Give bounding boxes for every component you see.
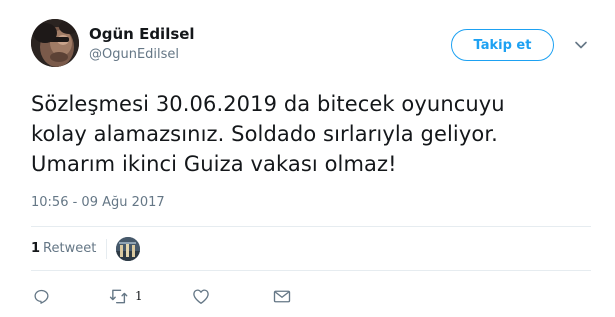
chevron-down-icon[interactable] bbox=[574, 37, 588, 51]
retweeter-avatar[interactable] bbox=[116, 237, 140, 261]
like-button[interactable] bbox=[192, 285, 210, 307]
retweet-stat-count: 1 bbox=[31, 241, 41, 256]
stats-separator bbox=[106, 239, 107, 259]
heart-icon bbox=[192, 288, 210, 305]
reply-icon bbox=[33, 288, 50, 305]
retweet-button[interactable]: 1 bbox=[109, 285, 143, 307]
tweet-text-line: kolay alamazsınız. Soldado sırlarıyla ge… bbox=[31, 122, 498, 146]
follow-button[interactable]: Takip et bbox=[451, 29, 554, 61]
tweet-text: Sözleşmesi 30.06.2019 da bitecek oyuncuy… bbox=[31, 89, 591, 179]
tweet-text-line: Sözleşmesi 30.06.2019 da bitecek oyuncuy… bbox=[31, 92, 505, 116]
divider bbox=[31, 270, 591, 271]
retweet-stat-label: Retweet bbox=[43, 241, 97, 256]
tweet-header: Ogün Edilsel @OgunEdilsel Takip et bbox=[31, 19, 601, 71]
author-names: Ogün Edilsel @OgunEdilsel bbox=[89, 24, 195, 64]
tweet-stats: 1 Retweet bbox=[31, 235, 591, 263]
retweet-stat[interactable]: 1 Retweet bbox=[31, 241, 96, 256]
retweet-count: 1 bbox=[135, 289, 143, 303]
retweeter-photo bbox=[116, 237, 140, 261]
author-photo bbox=[31, 19, 79, 67]
tweet-text-line: Umarım ikinci Guiza vakası olmaz! bbox=[31, 152, 397, 176]
author-handle[interactable]: @OgunEdilsel bbox=[89, 46, 195, 64]
tweet-timestamp[interactable]: 10:56 - 09 Ağu 2017 bbox=[31, 195, 165, 211]
tweet-card: Ogün Edilsel @OgunEdilsel Takip et Sözle… bbox=[0, 0, 615, 317]
divider bbox=[31, 226, 591, 227]
reply-button[interactable] bbox=[33, 285, 50, 307]
author-name[interactable]: Ogün Edilsel bbox=[89, 24, 195, 44]
direct-message-button[interactable] bbox=[273, 285, 291, 307]
author-avatar[interactable] bbox=[31, 19, 79, 67]
envelope-icon bbox=[273, 289, 291, 304]
retweet-icon bbox=[109, 288, 129, 305]
tweet-actions: 1 bbox=[31, 285, 591, 307]
